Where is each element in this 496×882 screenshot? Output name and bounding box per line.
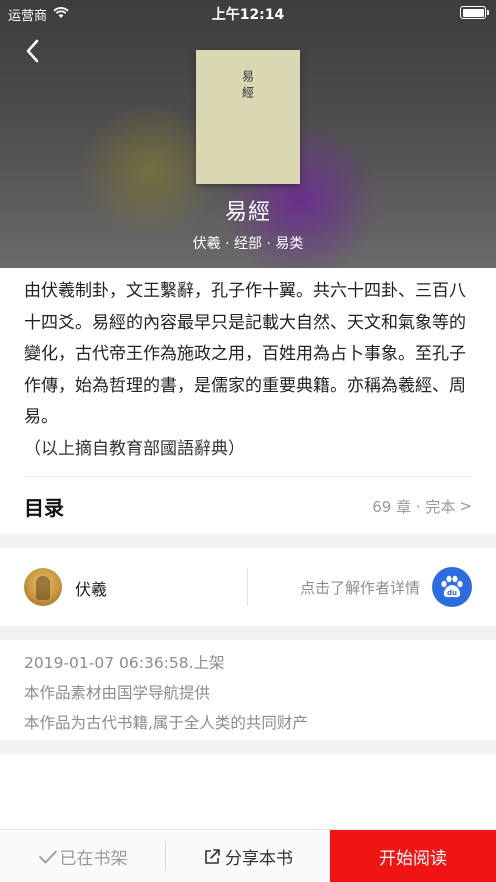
author-details-link[interactable]: 点击了解作者详情: [300, 577, 420, 598]
author-row[interactable]: 伏羲 点击了解作者详情 du: [0, 548, 496, 626]
status-bar: 运营商 上午12:14: [0, 0, 496, 26]
baidu-badge-text: du: [447, 589, 457, 597]
chevron-right-icon: >: [459, 497, 472, 515]
book-title: 易經: [224, 200, 271, 225]
section-gap: [0, 626, 496, 640]
toc-info: 69 章 · 完本 >: [372, 496, 472, 517]
share-icon: [205, 848, 220, 864]
toc-chapter-count: 69 章 · 完本: [372, 497, 456, 516]
publication-info: 2019-01-07 06:36:58.上架 本作品素材由国学导航提供 本作品为…: [24, 648, 472, 738]
baidu-icon[interactable]: du: [432, 567, 472, 607]
author-avatar[interactable]: [24, 568, 62, 606]
book-cover: 易經: [196, 50, 300, 184]
bottom-action-bar: 已在书架 分享本书 开始阅读: [0, 829, 496, 882]
book-description: 由伏羲制卦，文王繫辭，孔子作十翼。共六十四卦、三百八十四爻。易經的內容最早只是記…: [24, 276, 472, 466]
book-meta: 伏羲 · 经部 · 易类: [192, 236, 304, 252]
back-icon: [26, 39, 39, 63]
in-shelf-label: 已在书架: [59, 849, 128, 869]
section-gap: [0, 534, 496, 548]
in-shelf-button[interactable]: 已在书架: [0, 830, 165, 882]
toc-row[interactable]: 目录 69 章 · 完本 >: [24, 478, 472, 534]
description-note: （以上摘自教育部國語辭典）: [24, 438, 245, 459]
description-text: 由伏羲制卦，文王繫辭，孔子作十翼。共六十四卦、三百八十四爻。易經的內容最早只是記…: [24, 281, 466, 428]
publish-date: 2019-01-07 06:36:58.上架: [24, 654, 225, 672]
back-button[interactable]: [18, 36, 46, 66]
toc-label: 目录: [24, 495, 64, 520]
book-header: 运营商 上午12:14 易經 易經 伏羲 · 经部 · 易类: [0, 0, 496, 268]
battery-icon: [460, 6, 489, 19]
author-name[interactable]: 伏羲: [75, 576, 107, 600]
check-icon: [38, 850, 57, 863]
share-button[interactable]: 分享本书: [166, 830, 330, 882]
status-time: 上午12:14: [211, 7, 285, 23]
cover-title: 易經: [240, 70, 255, 102]
vertical-divider: [247, 568, 248, 606]
start-reading-button[interactable]: 开始阅读: [330, 830, 496, 882]
rights-note: 本作品为古代书籍,属于全人类的共同财产: [24, 714, 308, 732]
section-gap: [0, 740, 496, 754]
share-label: 分享本书: [225, 849, 293, 869]
divider: [24, 476, 472, 477]
source-credit: 本作品素材由国学导航提供: [24, 684, 211, 702]
